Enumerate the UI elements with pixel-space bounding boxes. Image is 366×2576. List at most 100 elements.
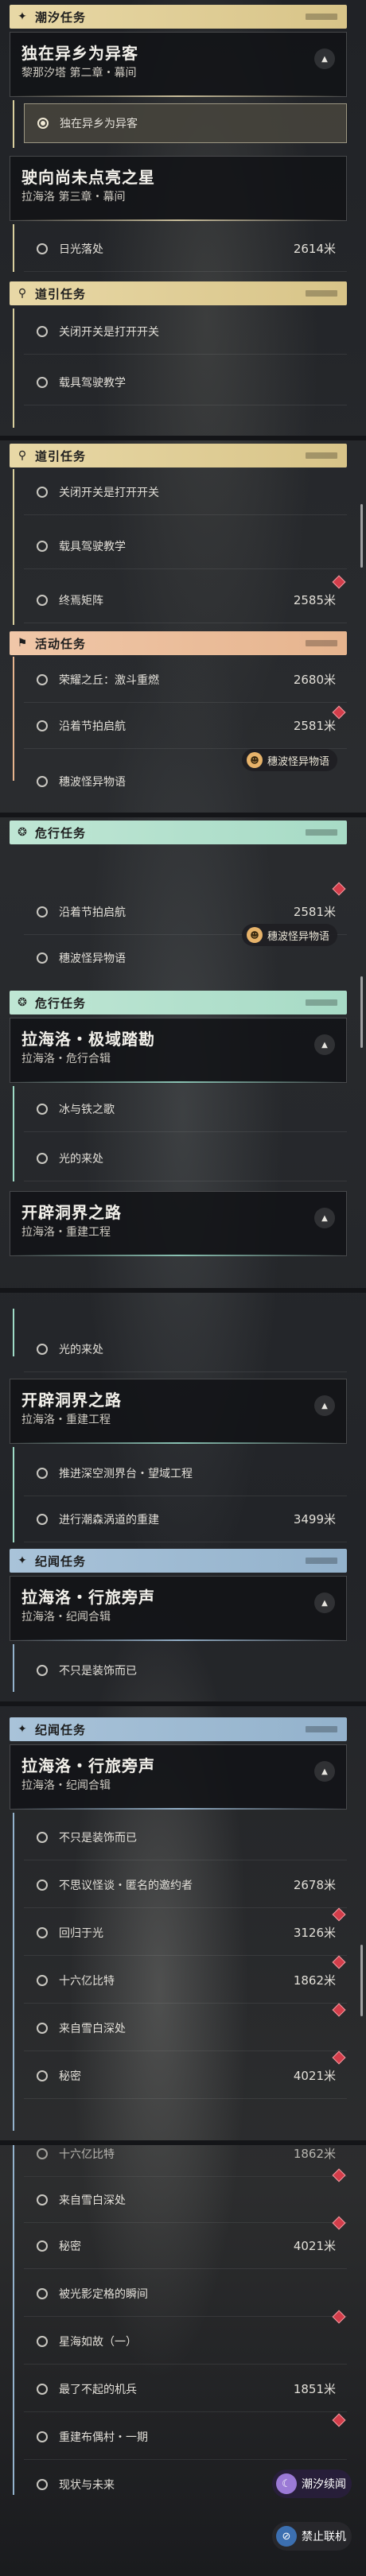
screenshot-1: ✦ 潮汐任务 独在异乡为异客 黎那汐塔 第二章・幕间 ▲ 独在异乡为异客 驶向尚… xyxy=(0,0,366,436)
radio-icon xyxy=(37,1831,48,1843)
collapse-icon[interactable]: ▲ xyxy=(314,1593,335,1613)
task-item[interactable]: 来自雪白深处 xyxy=(24,2005,347,2051)
task-item[interactable]: 穗波怪异物语 xyxy=(24,758,231,805)
task-item[interactable]: 不思议怪谈・匿名的邀约者 2678米 xyxy=(24,1862,347,1908)
task-item[interactable]: 来自雪白深处 xyxy=(24,2177,347,2223)
category-header-record[interactable]: ✦ 纪闻任务 xyxy=(10,1717,347,1741)
section-line xyxy=(13,469,14,625)
task-distance: 2614米 xyxy=(293,242,336,256)
task-item-partial[interactable]: 十六亿比特 1862米 xyxy=(24,2145,347,2177)
radio-icon xyxy=(37,1974,48,1986)
radio-icon xyxy=(37,2287,48,2299)
task-name: 光的来处 xyxy=(59,1343,103,1356)
radio-icon xyxy=(37,2240,48,2252)
task-item[interactable]: 沿着节拍启航 2581米 xyxy=(24,703,347,749)
quest-section-card[interactable]: 拉海洛・极域踏勘 拉海洛・危行合辑 ▲ xyxy=(10,1018,347,1083)
task-item[interactable]: 星海如故（一） xyxy=(24,2318,347,2365)
block-icon: ⊘ xyxy=(276,2526,297,2547)
section-subtitle: 拉海洛・纪闻合辑 xyxy=(21,1611,111,1624)
task-name: 不只是装饰而已 xyxy=(59,1665,137,1678)
task-item[interactable]: 光的来处 xyxy=(24,1135,347,1181)
category-label: 道引任务 xyxy=(35,448,87,464)
collapse-icon[interactable]: ▲ xyxy=(314,1761,335,1782)
category-tag-icon xyxy=(306,640,337,646)
button-label: 禁止联机 xyxy=(302,2531,346,2543)
button-label: 潮汐续闻 xyxy=(302,2478,346,2491)
task-item[interactable]: 荣耀之丘：激斗重燃 2680米 xyxy=(24,657,347,703)
task-name: 重建布偶村・一期 xyxy=(59,2431,148,2444)
task-item[interactable]: 终焉矩阵 2585米 xyxy=(24,577,347,623)
section-line xyxy=(13,1644,14,1692)
event-badge[interactable]: ☻ 穗波怪异物语 xyxy=(242,924,338,946)
category-label: 活动任务 xyxy=(35,636,87,651)
radio-icon xyxy=(37,1152,48,1164)
mascot-icon: ☻ xyxy=(247,927,263,943)
collapse-icon[interactable]: ▲ xyxy=(314,1395,335,1416)
scrollbar[interactable] xyxy=(360,976,363,1048)
quest-section-card[interactable]: 拉海洛・行旅旁声 拉海洛・纪闻合辑 ▲ xyxy=(10,1576,347,1641)
quest-section-card[interactable]: 驶向尚未点亮之星 拉海洛 第三章・幕间 xyxy=(10,156,347,221)
section-line xyxy=(13,308,14,428)
task-item[interactable]: 现状与未来 xyxy=(24,2462,263,2508)
event-badge[interactable]: ☻ 穗波怪异物语 xyxy=(242,749,338,771)
collapse-icon[interactable]: ▲ xyxy=(314,1034,335,1055)
task-item[interactable]: 日光落处 2614米 xyxy=(24,226,347,272)
task-item[interactable]: 秘密 4021米 xyxy=(24,2223,347,2269)
task-item[interactable]: 关闭开关是打开开关 xyxy=(24,308,347,355)
task-item[interactable]: 秘密 4021米 xyxy=(24,2053,347,2099)
quest-section-card[interactable]: 独在异乡为异客 黎那汐塔 第二章・幕间 ▲ xyxy=(10,32,347,97)
category-header-danger[interactable]: ❂ 危行任务 xyxy=(10,821,347,844)
task-item[interactable]: 回归于光 3126米 xyxy=(24,1910,347,1956)
screenshot-4: 光的来处 开辟洞界之路 拉海洛・重建工程 ▲ 推进深空测界台・望域工程 进行潮森… xyxy=(0,1293,366,1701)
section-subtitle: 拉海洛・纪闻合辑 xyxy=(21,1779,111,1792)
collapse-icon[interactable]: ▲ xyxy=(314,1208,335,1228)
task-item[interactable]: 不只是装饰而已 xyxy=(24,1814,347,1860)
section-title: 开辟洞界之路 xyxy=(21,1391,122,1410)
task-item[interactable]: 穗波怪异物语 xyxy=(24,935,231,981)
quest-section-card[interactable]: 开辟洞界之路 拉海洛・重建工程 ▲ xyxy=(10,1191,347,1256)
section-subtitle: 拉海洛・重建工程 xyxy=(21,1226,111,1239)
task-item[interactable]: 推进深空测界台・望域工程 xyxy=(24,1450,347,1496)
chaoxi-news-button[interactable]: ☾ 潮汐续闻 xyxy=(272,2469,352,2498)
task-name: 不只是装饰而已 xyxy=(59,1831,137,1845)
collapse-icon[interactable]: ▲ xyxy=(314,48,335,69)
quest-section-card[interactable]: 开辟洞界之路 拉海洛・重建工程 ▲ xyxy=(10,1379,347,1444)
category-header-chaoxi[interactable]: ✦ 潮汐任务 xyxy=(10,5,347,29)
task-item[interactable]: 最了不起的机兵 1851米 xyxy=(24,2366,347,2412)
category-header-guide[interactable]: ⚲ 道引任务 xyxy=(10,444,347,467)
location-pin-icon: ⚲ xyxy=(18,449,27,462)
task-name: 沿着节拍启航 xyxy=(59,720,126,733)
section-title: 拉海洛・行旅旁声 xyxy=(21,1756,155,1775)
category-header-activity[interactable]: ⚑ 活动任务 xyxy=(10,631,347,655)
task-name: 十六亿比特 xyxy=(59,1974,115,1988)
task-item[interactable]: 光的来处 xyxy=(24,1326,347,1372)
category-header-guide[interactable]: ⚲ 道引任务 xyxy=(10,281,347,305)
category-header-danger[interactable]: ❂ 危行任务 xyxy=(10,991,347,1014)
task-item-selected[interactable]: 独在异乡为异客 xyxy=(24,103,347,143)
task-item[interactable]: 载具驾驶教学 xyxy=(24,523,347,569)
task-name: 载具驾驶教学 xyxy=(59,540,126,553)
section-title: 独在异乡为异客 xyxy=(21,44,138,63)
section-line xyxy=(13,1447,14,1542)
task-item[interactable]: 不只是装饰而已 xyxy=(24,1647,347,1693)
task-name: 现状与未来 xyxy=(59,2479,115,2492)
radio-icon xyxy=(37,2070,48,2081)
task-item[interactable]: 关闭开关是打开开关 xyxy=(24,469,347,515)
task-item[interactable]: 十六亿比特 1862米 xyxy=(24,1957,347,2004)
scrollbar[interactable] xyxy=(360,504,363,568)
category-label: 纪闻任务 xyxy=(35,1722,87,1737)
task-name: 最了不起的机兵 xyxy=(59,2383,137,2396)
star-icon: ✦ xyxy=(18,10,27,23)
screenshot-3: ❂ 危行任务 沿着节拍启航 2581米 ☻ 穗波怪异物语 穗波怪异物语 ❂ 危行… xyxy=(0,817,366,1288)
task-item[interactable]: 重建布偶村・一期 xyxy=(24,2414,347,2460)
disable-multiplayer-button[interactable]: ⊘ 禁止联机 xyxy=(272,2522,352,2551)
task-name: 关闭开关是打开开关 xyxy=(59,325,159,339)
task-item[interactable]: 被光影定格的瞬间 xyxy=(24,2271,347,2317)
scrollbar[interactable] xyxy=(360,1945,363,2016)
category-header-record[interactable]: ✦ 纪闻任务 xyxy=(10,1549,347,1573)
task-name: 星海如故（一） xyxy=(59,2335,137,2349)
quest-section-card[interactable]: 拉海洛・行旅旁声 拉海洛・纪闻合辑 ▲ xyxy=(10,1744,347,1810)
task-item[interactable]: 冰与铁之歌 xyxy=(24,1086,347,1132)
task-item[interactable]: 载具驾驶教学 xyxy=(24,359,347,405)
task-item[interactable]: 进行潮森涡道的重建 3499米 xyxy=(24,1496,347,1542)
